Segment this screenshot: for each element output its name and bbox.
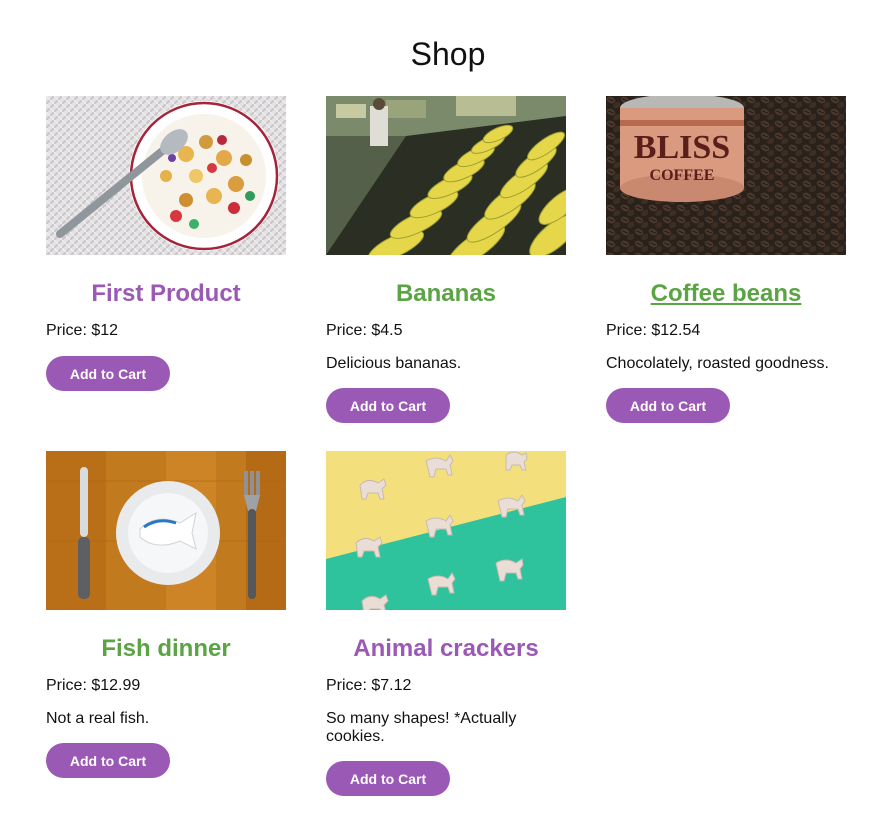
product-title[interactable]: Fish dinner [46,634,286,664]
fish-dinner-image[interactable] [46,451,286,610]
product-title-link[interactable]: Animal crackers [353,635,538,662]
product-title-link[interactable]: First Product [91,280,240,307]
product-title[interactable]: First Product [46,279,286,309]
add-to-cart-button[interactable]: Add to Cart [326,761,450,796]
product-title[interactable]: Coffee beans [606,279,846,309]
product-card-fish-dinner: Fish dinner Price: $12.99 Not a real fis… [46,451,286,831]
animal-crackers-image[interactable] [326,451,566,610]
product-title[interactable]: Bananas [326,279,566,309]
product-description: Chocolately, roasted goodness. [606,355,829,372]
product-title[interactable]: Animal crackers [326,634,566,664]
coffee-beans-image[interactable]: BLISS COFFEE [606,96,846,255]
product-description: Delicious bananas. [326,355,462,372]
svg-text:BLISS: BLISS [634,129,730,166]
product-title-link[interactable]: Fish dinner [101,635,230,662]
product-price: Price: $4.5 [326,322,403,339]
product-price: Price: $12.54 [606,322,701,339]
add-to-cart-button[interactable]: Add to Cart [46,356,170,391]
product-description: So many shapes! *Actually cookies. [326,710,517,745]
bananas-image[interactable] [326,96,566,255]
product-card-bananas: Bananas Price: $4.5 Delicious bananas. A… [326,96,566,451]
product-title-link[interactable]: Bananas [396,280,496,307]
svg-text:COFFEE: COFFEE [650,167,715,184]
cereal-bowl-image[interactable] [46,96,286,255]
product-card-coffee-beans: BLISS COFFEE Coffee beans Price: $12.54 … [606,96,846,451]
product-price: Price: $12 [46,322,119,339]
product-card-animal-crackers: Animal crackers Price: $7.12 So many sha… [326,451,566,831]
product-description: Not a real fish. [46,710,150,727]
product-price: Price: $12.99 [46,677,141,694]
product-grid: First Product Price: $12 Add to Cart Ban… [46,96,846,831]
add-to-cart-button[interactable]: Add to Cart [606,388,730,423]
product-title-link[interactable]: Coffee beans [651,280,802,307]
add-to-cart-button[interactable]: Add to Cart [326,388,450,423]
add-to-cart-button[interactable]: Add to Cart [46,743,170,778]
product-price: Price: $7.12 [326,677,412,694]
product-card-first-product: First Product Price: $12 Add to Cart [46,96,286,451]
page-title: Shop [410,36,486,72]
